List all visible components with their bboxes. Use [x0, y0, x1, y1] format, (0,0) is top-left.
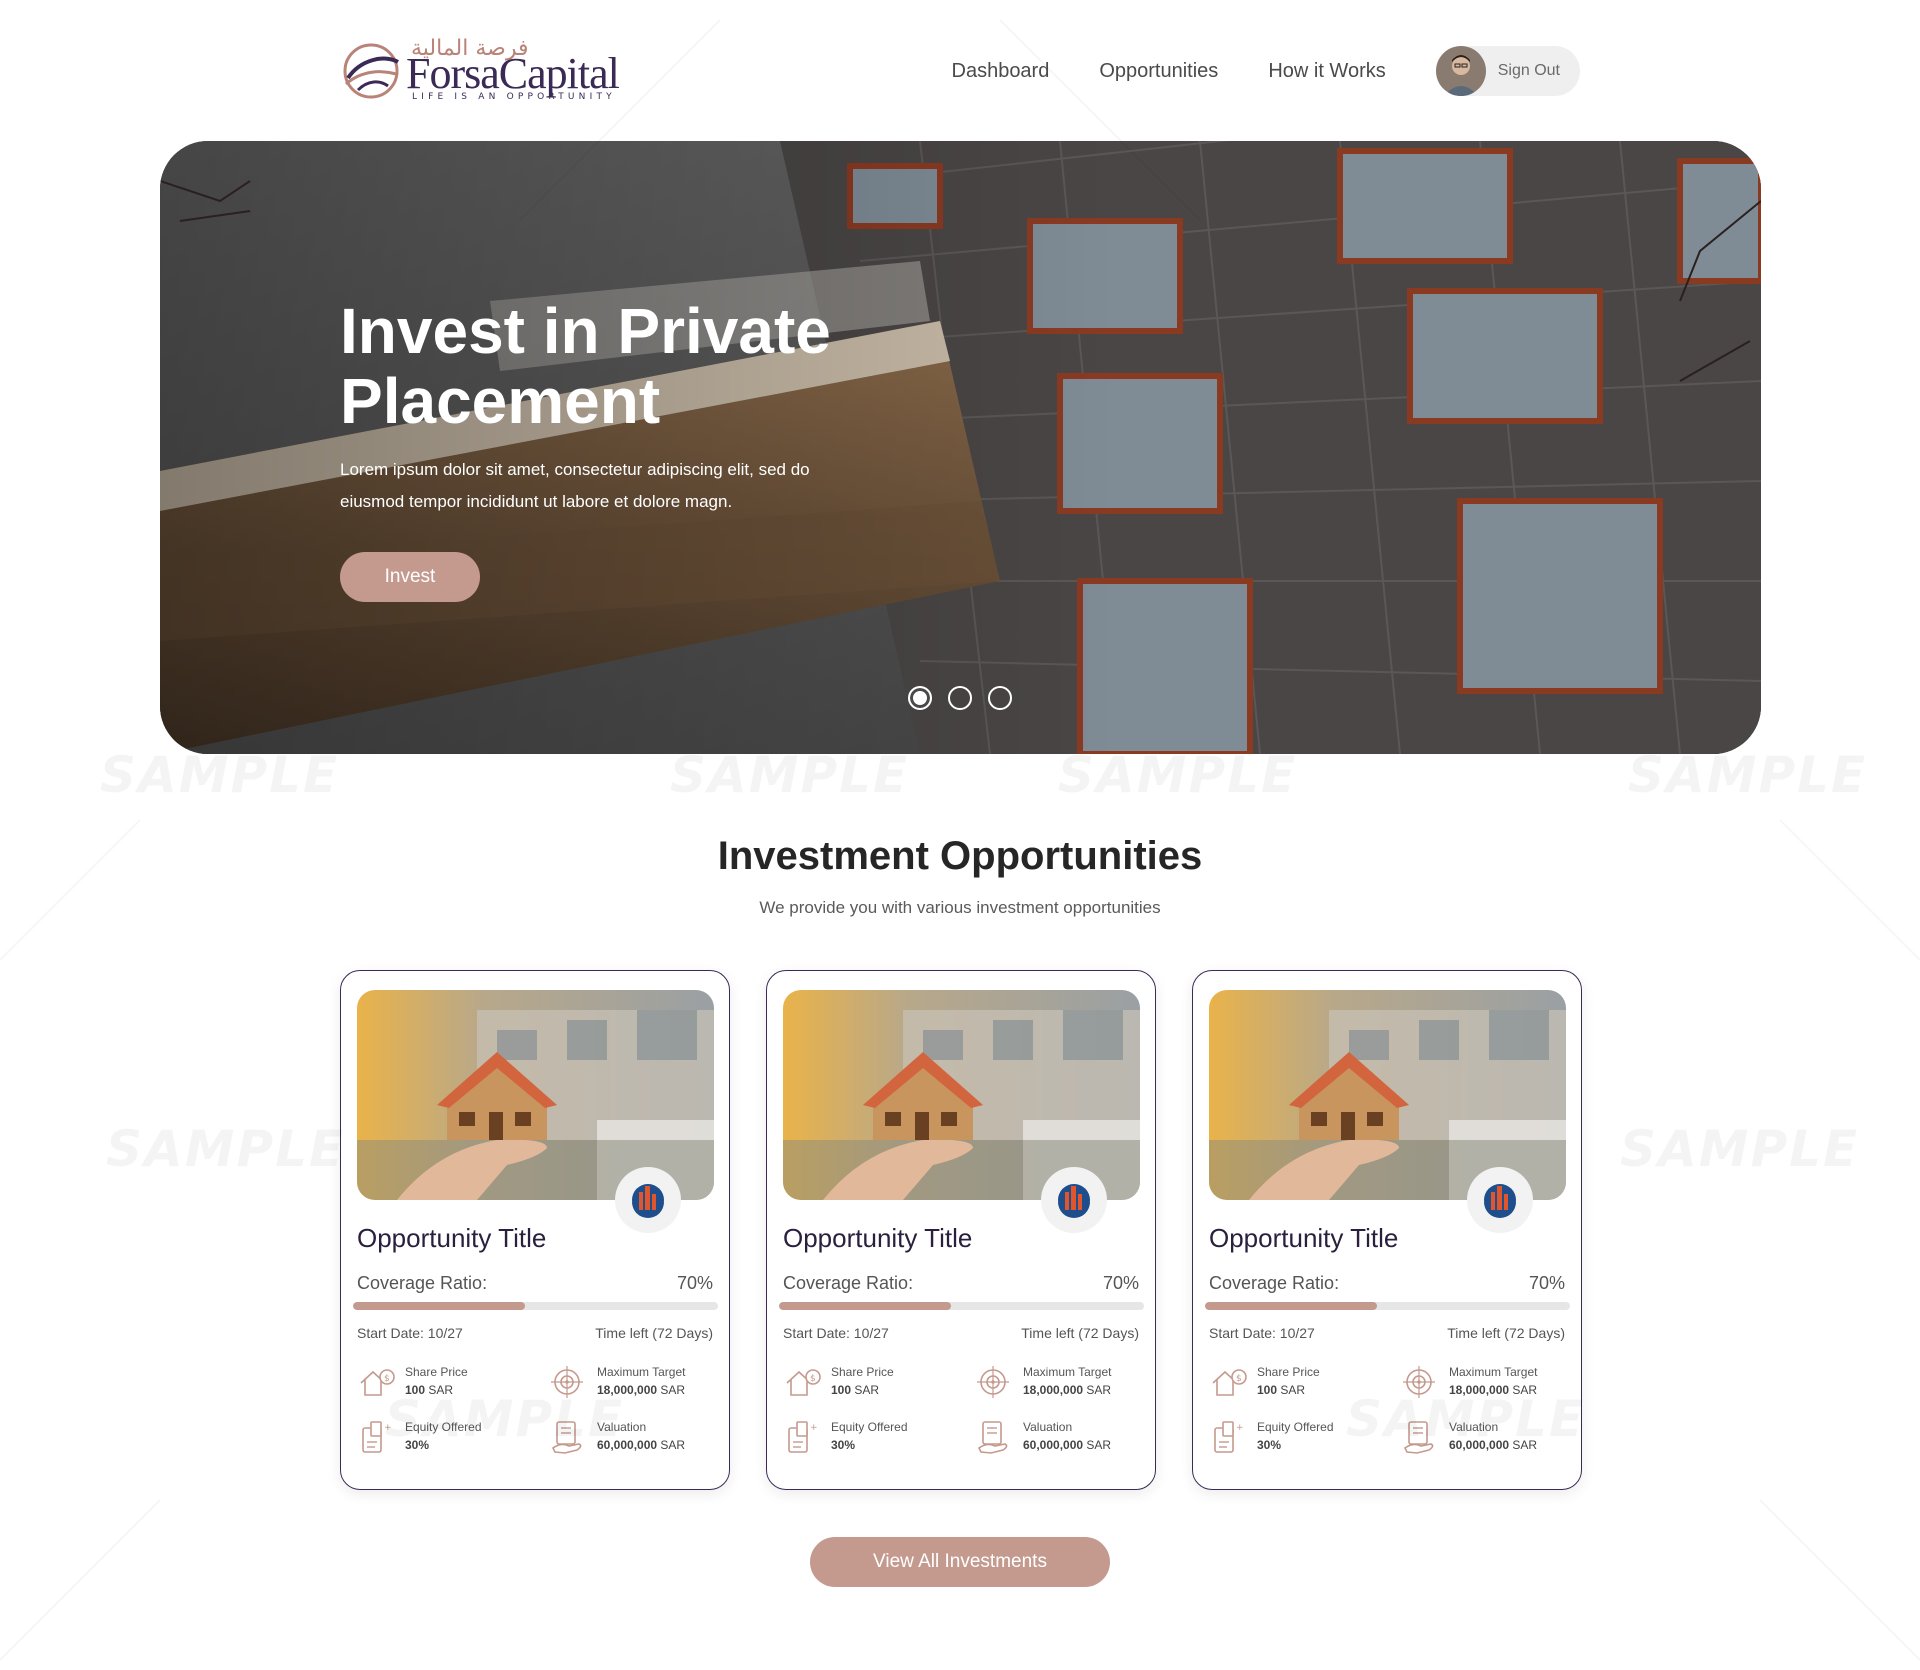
house-coin-icon: $: [786, 1369, 821, 1396]
maximum-target-stat: Maximum Target 18,000,000 SAR: [975, 1363, 1145, 1403]
coverage-label: Coverage Ratio:: [1209, 1273, 1340, 1293]
opportunity-card[interactable]: Opportunity Title Coverage Ratio: 70% St…: [1192, 970, 1582, 1490]
carousel-dots: [908, 686, 1028, 710]
time-left: Time left (72 Days): [1447, 1325, 1565, 1341]
svg-text:+: +: [384, 1423, 392, 1433]
equity-offered-stat: + Equity Offered 30%: [783, 1418, 953, 1458]
hero-banner: Invest in Private Placement Lorem ipsum …: [160, 141, 1761, 754]
watermark: SAMPLE: [1620, 1120, 1859, 1178]
opportunity-card[interactable]: Opportunity Title Coverage Ratio: 70% St…: [340, 970, 730, 1490]
coverage-progress-fill: [1205, 1302, 1377, 1310]
card-title: Opportunity Title: [357, 1223, 547, 1253]
buildings-logo-icon: [632, 1184, 664, 1218]
share-price-stat: $ Share Price 100 SAR: [357, 1363, 527, 1403]
time-left: Time left (72 Days): [595, 1325, 713, 1341]
coverage-progress-bar: [353, 1302, 718, 1310]
brand-logo[interactable]: فرصة المالية ForsaCapital LIFE IS AN OPP…: [340, 36, 620, 106]
share-price-stat: $ Share Price 100 SAR: [783, 1363, 953, 1403]
user-avatar: [1435, 46, 1486, 96]
coverage-label: Coverage Ratio:: [357, 1273, 488, 1293]
svg-text:+: +: [810, 1423, 818, 1433]
valuation-hand-icon: [551, 1421, 582, 1454]
developer-badge: [615, 1167, 681, 1233]
coverage-label: Coverage Ratio:: [783, 1273, 914, 1293]
start-date: Start Date: 10/27: [357, 1325, 463, 1341]
opportunity-card[interactable]: Opportunity Title Coverage Ratio: 70% St…: [766, 970, 1156, 1490]
start-date: Start Date: 10/27: [1209, 1325, 1315, 1341]
time-left: Time left (72 Days): [1021, 1325, 1139, 1341]
carousel-dot-1[interactable]: [908, 686, 932, 710]
coverage-progress-bar: [779, 1302, 1144, 1310]
coverage-value: 70%: [1102, 1273, 1139, 1293]
nav-how-it-works[interactable]: How it Works: [1268, 60, 1385, 83]
coverage-progress-bar: [1205, 1302, 1570, 1310]
valuation-hand-icon: [1403, 1421, 1434, 1454]
maximum-target-stat: Maximum Target 18,000,000 SAR: [549, 1363, 719, 1403]
section-title: Investment Opportunities: [717, 834, 1203, 878]
buildings-logo-icon: [1058, 1184, 1090, 1218]
buildings-logo-icon: [1484, 1184, 1516, 1218]
target-icon: [977, 1366, 1009, 1398]
watermark: SAMPLE: [1058, 746, 1297, 804]
target-icon: [551, 1366, 583, 1398]
hero-description: Lorem ipsum dolor sit amet, consectetur …: [340, 460, 810, 511]
svg-text:$: $: [1236, 1374, 1242, 1384]
house-coin-icon: $: [360, 1369, 395, 1396]
equity-document-icon: +: [362, 1421, 392, 1453]
svg-text:$: $: [384, 1374, 390, 1384]
valuation-hand-icon: [977, 1421, 1008, 1454]
watermark: SAMPLE: [106, 1120, 345, 1178]
hero-title: Invest in Private Placement: [340, 295, 831, 437]
svg-text:+: +: [1236, 1423, 1244, 1433]
nav-opportunities[interactable]: Opportunities: [1099, 60, 1218, 83]
coverage-value: 70%: [676, 1273, 713, 1293]
card-title: Opportunity Title: [783, 1223, 973, 1253]
site-header: فرصة المالية ForsaCapital LIFE IS AN OPP…: [340, 36, 1580, 106]
brand-tagline: LIFE IS AN OPPORTUNITY: [412, 92, 616, 102]
valuation-stat: Valuation 60,000,000 SAR: [975, 1418, 1145, 1458]
watermark: SAMPLE: [100, 746, 339, 804]
globe-logo-icon: [343, 43, 399, 99]
main-nav: Dashboard Opportunities How it Works Sig…: [952, 46, 1580, 96]
nav-dashboard[interactable]: Dashboard: [952, 60, 1050, 83]
carousel-dot-3[interactable]: [988, 686, 1012, 710]
coverage-progress-fill: [353, 1302, 525, 1310]
card-title: Opportunity Title: [1209, 1223, 1399, 1253]
maximum-target-stat: Maximum Target 18,000,000 SAR: [1401, 1363, 1571, 1403]
equity-offered-stat: + Equity Offered 30%: [1209, 1418, 1379, 1458]
sign-out-button[interactable]: Sign Out: [1435, 46, 1580, 96]
building-photo: [160, 141, 1761, 754]
valuation-stat: Valuation 60,000,000 SAR: [1401, 1418, 1571, 1458]
developer-badge: [1041, 1167, 1107, 1233]
watermark: SAMPLE: [670, 746, 909, 804]
house-coin-icon: $: [1212, 1369, 1247, 1396]
equity-document-icon: +: [788, 1421, 818, 1453]
target-icon: [1403, 1366, 1435, 1398]
watermark: SAMPLE: [1628, 746, 1867, 804]
section-subtitle: We provide you with various investment o…: [759, 898, 1161, 917]
invest-button[interactable]: Invest: [340, 552, 480, 602]
carousel-dot-2[interactable]: [948, 686, 972, 710]
valuation-stat: Valuation 60,000,000 SAR: [549, 1418, 719, 1458]
coverage-value: 70%: [1528, 1273, 1565, 1293]
svg-text:$: $: [810, 1374, 816, 1384]
equity-offered-stat: + Equity Offered 30%: [357, 1418, 527, 1458]
developer-badge: [1467, 1167, 1533, 1233]
share-price-stat: $ Share Price 100 SAR: [1209, 1363, 1379, 1403]
sign-out-label: Sign Out: [1497, 62, 1560, 79]
equity-document-icon: +: [1214, 1421, 1244, 1453]
view-all-investments-button[interactable]: View All Investments: [810, 1537, 1110, 1587]
coverage-progress-fill: [779, 1302, 951, 1310]
start-date: Start Date: 10/27: [783, 1325, 889, 1341]
